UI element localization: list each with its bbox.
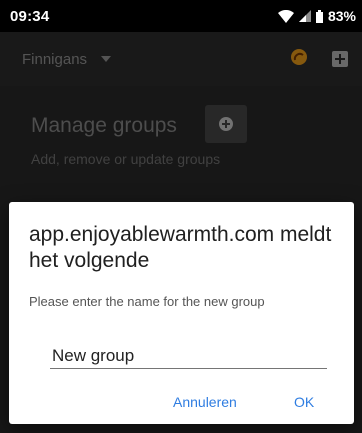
status-bar: 09:34 83%	[0, 0, 362, 32]
wifi-icon	[277, 9, 294, 23]
status-icons: 83%	[277, 8, 356, 24]
status-time: 09:34	[10, 7, 50, 25]
battery-percent: 83%	[327, 8, 356, 24]
cancel-button[interactable]: Annuleren	[167, 390, 243, 414]
signal-icon	[298, 10, 311, 22]
group-name-input[interactable]	[50, 343, 327, 369]
ok-button[interactable]: OK	[288, 390, 320, 414]
dialog-title: app.enjoyablewarmth.com meldt het volgen…	[29, 223, 332, 272]
battery-icon	[315, 9, 323, 23]
prompt-dialog: app.enjoyablewarmth.com meldt het volgen…	[9, 202, 354, 424]
dialog-message: Please enter the name for the new group	[29, 294, 265, 309]
